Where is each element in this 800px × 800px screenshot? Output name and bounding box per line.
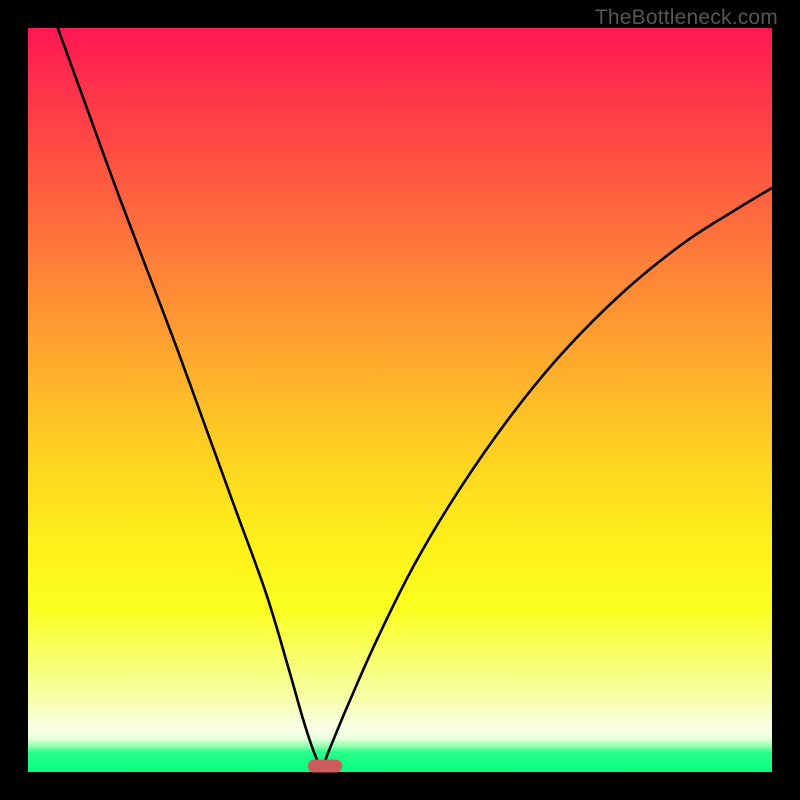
optimum-marker xyxy=(308,760,342,773)
bottleneck-curve xyxy=(28,28,772,772)
curve-path xyxy=(58,28,772,766)
chart-area xyxy=(28,28,772,772)
watermark-text: TheBottleneck.com xyxy=(595,6,778,30)
